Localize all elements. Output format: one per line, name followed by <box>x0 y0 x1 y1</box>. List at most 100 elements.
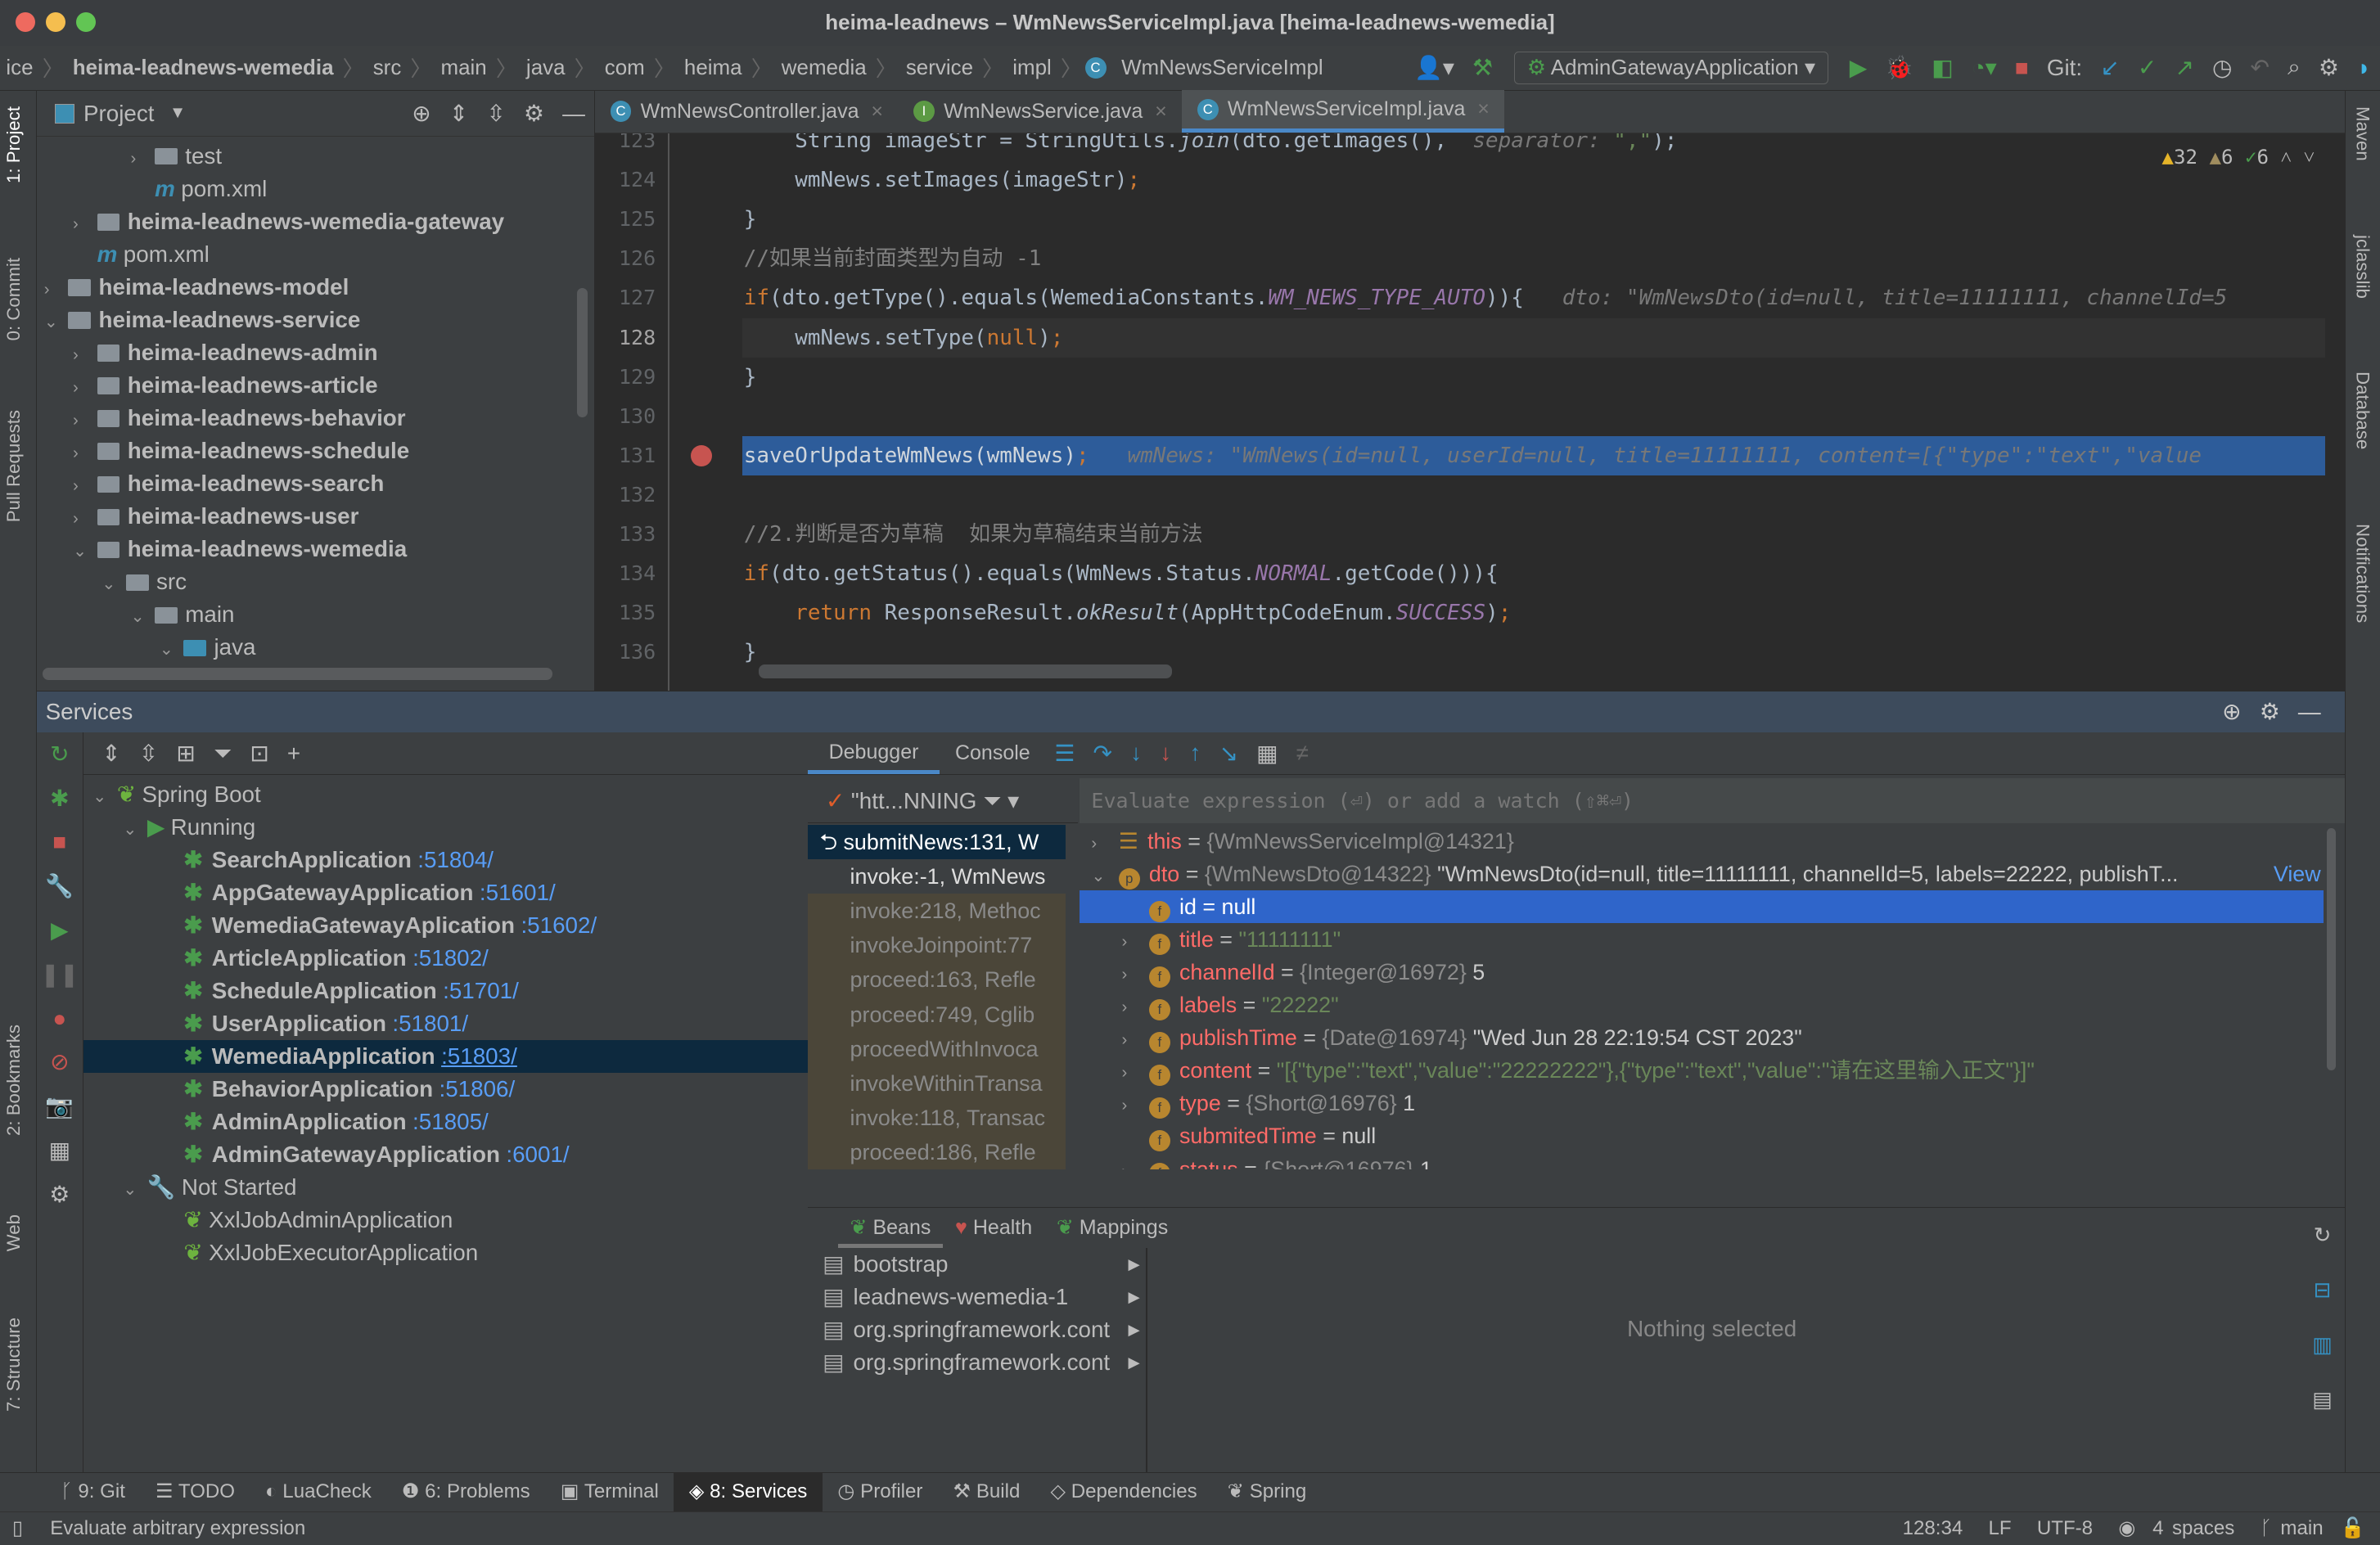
group-by-icon[interactable]: ⊞ <box>176 732 195 775</box>
new-tab-icon[interactable]: ⊡ <box>250 732 268 775</box>
port-link[interactable]: :51802/ <box>412 945 489 971</box>
coverage-icon[interactable]: ◧ <box>1931 54 1953 81</box>
service-item[interactable]: ✱ WemediaGatewayAplication:51602/ <box>83 909 808 942</box>
port-link[interactable]: :6001/ <box>506 1142 569 1167</box>
project-tree-item[interactable]: ⌄ src <box>37 565 594 598</box>
chevron-right-icon[interactable]: › <box>1122 1155 1149 1170</box>
breadcrumb-item[interactable]: service <box>899 55 979 80</box>
code-with-me-icon[interactable]: ◗ <box>2357 55 2371 81</box>
settings-icon[interactable]: ⚙ <box>37 1173 83 1217</box>
stack-frame[interactable]: invoke:218, Methoc <box>807 894 1066 929</box>
bean-context-item[interactable]: ▤ org.springframework.cont ▶ <box>808 1346 1147 1379</box>
rollback-icon[interactable]: ↶ <box>2251 54 2270 81</box>
breakpoint-icon[interactable] <box>690 444 712 466</box>
tab-web[interactable]: Web <box>3 1214 25 1251</box>
run-to-cursor-icon[interactable]: ↘ <box>1219 740 1238 767</box>
resume-icon[interactable]: ▶ <box>37 908 83 953</box>
breadcrumb-item[interactable]: com <box>598 55 651 80</box>
tab-bookmarks[interactable]: 2: Bookmarks <box>3 1025 25 1136</box>
port-link[interactable]: :51804/ <box>417 847 494 872</box>
service-item[interactable]: ✱ AdminGatewayApplication:6001/ <box>83 1138 808 1171</box>
chevron-right-icon[interactable]: › <box>1122 1056 1149 1089</box>
breadcrumb-item[interactable]: main <box>435 55 493 80</box>
variable-row[interactable]: › f channelId = {Integer@16972} 5 <box>1080 956 2324 989</box>
locate-icon[interactable]: ⊕ <box>412 100 430 127</box>
chevron-down-icon[interactable]: ⌄ <box>1091 860 1118 893</box>
wrench-icon[interactable]: 🔧 <box>37 864 83 908</box>
chevron-down-icon[interactable]: ⌄ <box>123 813 147 846</box>
line-number[interactable]: 136 <box>595 633 656 672</box>
project-tree-item[interactable]: › heima-leadnews-wemedia-gateway <box>37 205 594 238</box>
tab-beans[interactable]: ❦ Beans <box>837 1208 944 1248</box>
tab-database[interactable]: Database <box>2352 372 2373 449</box>
project-tree-item[interactable]: ⌄ java <box>37 631 594 664</box>
indent-setting[interactable]: 4 spaces <box>2152 1517 2234 1539</box>
mute-breakpoints-icon[interactable]: ⊘ <box>37 1040 83 1084</box>
chevron-right-icon[interactable]: › <box>1122 991 1149 1024</box>
chevron-right-icon[interactable]: › <box>1122 1089 1149 1122</box>
breadcrumb-item[interactable]: ice <box>0 55 39 80</box>
service-item[interactable]: ❦ XxlJobExecutorApplication <box>83 1236 808 1269</box>
editor-tab[interactable]: C WmNewsController.java × <box>595 90 898 133</box>
git-commit-icon[interactable]: ✓ <box>2138 54 2157 81</box>
breadcrumb-item[interactable]: impl <box>1007 55 1057 80</box>
chevron-right-icon[interactable]: › <box>73 372 97 404</box>
port-link[interactable]: :51602/ <box>521 912 597 938</box>
variable-row[interactable]: › f publishTime = {Date@16974} "Wed Jun 28… <box>1080 1021 2324 1054</box>
gear-icon[interactable]: ⚙ <box>2260 691 2280 732</box>
chevron-right-icon[interactable]: › <box>73 404 97 437</box>
chevron-right-icon[interactable]: › <box>1122 958 1149 991</box>
breadcrumb-item[interactable]: heima-leadnews-wemedia <box>66 55 340 80</box>
vertical-scrollbar[interactable] <box>576 288 588 417</box>
stop-icon[interactable]: ■ <box>37 820 83 864</box>
variable-row[interactable]: ⌄ p dto = {WmNewsDto@14322} "WmNewsDto(id=… <box>1080 858 2324 890</box>
project-tree-item[interactable]: ⌄ heima-leadnews-service <box>37 304 594 336</box>
service-item[interactable]: ✱ BehaviorApplication:51806/ <box>83 1073 808 1106</box>
stack-frame[interactable]: invoke:-1, WmNews <box>808 859 1066 894</box>
docs-icon[interactable]: ▤ <box>2300 1372 2346 1427</box>
gear-icon[interactable]: ⚙ <box>2319 54 2339 81</box>
breadcrumb-item[interactable]: WmNewsServiceImpl <box>1116 55 1329 80</box>
project-tree-item[interactable]: › heima-leadnews-behavior <box>37 402 594 435</box>
stack-frame[interactable]: invokeWithinTransa <box>807 1065 1066 1101</box>
tool-window-dependencies[interactable]: ◇ Dependencies <box>1035 1472 1212 1511</box>
debug-rerun-icon[interactable]: ✱ <box>37 777 83 821</box>
project-tree-item[interactable]: › heima-leadnews-model <box>37 271 594 304</box>
chevron-down-icon[interactable]: ⌄ <box>160 633 184 666</box>
chevron-right-icon[interactable]: ▶ <box>1129 1248 1140 1281</box>
breadcrumb-item[interactable]: wemedia <box>775 55 872 80</box>
breadcrumb-item[interactable]: src <box>367 55 407 80</box>
code-area[interactable]: 123 String imageStr = StringUtils.join(d… <box>595 133 2345 691</box>
stack-frame[interactable]: proceed:749, Cglib <box>807 997 1066 1032</box>
tab-project[interactable]: 1: Project <box>3 106 25 183</box>
chevron-down-icon[interactable]: ⌄ <box>73 535 97 568</box>
variable-row[interactable]: f id = null <box>1079 890 2324 924</box>
chevron-right-icon[interactable]: › <box>73 208 97 241</box>
port-link[interactable]: :51601/ <box>480 880 556 905</box>
variable-row[interactable]: › ☰ this = {WmNewsServiceImpl@14321} <box>1080 825 2324 858</box>
tab-structure[interactable]: 7: Structure <box>3 1318 25 1412</box>
stack-frame[interactable]: ⮌ submitNews:131, W <box>807 825 1066 860</box>
user-icon[interactable]: 👤▾ <box>1414 54 1454 81</box>
service-item[interactable]: ✱ ScheduleApplication:51701/ <box>83 975 808 1007</box>
port-link[interactable]: :51805/ <box>412 1109 489 1134</box>
filter-icon[interactable]: ⏷ <box>214 732 232 775</box>
tool-window-services[interactable]: ◈ 8: Services <box>674 1472 823 1512</box>
tool-window-build[interactable]: ⚒ Build <box>938 1472 1035 1511</box>
tab-maven[interactable]: Maven <box>2352 106 2373 161</box>
project-tree-item[interactable]: ⌄ heima-leadnews-wemedia <box>37 533 594 565</box>
force-step-into-icon[interactable]: ↓ <box>1160 740 1171 766</box>
line-number[interactable]: 131 <box>595 436 656 475</box>
expand-all-icon[interactable]: ⇕ <box>101 732 120 775</box>
chevron-right-icon[interactable]: › <box>73 502 97 535</box>
step-into-icon[interactable]: ↓ <box>1130 740 1142 766</box>
chevron-down-icon[interactable]: ⌄ <box>101 568 126 601</box>
bean-context-item[interactable]: ▤ org.springframework.cont ▶ <box>808 1313 1147 1346</box>
project-tree-item[interactable]: › heima-leadnews-schedule <box>37 435 594 467</box>
line-number[interactable]: 123 <box>595 133 656 160</box>
stack-frame[interactable]: proceed:163, Refle <box>807 962 1066 998</box>
hide-icon[interactable]: — <box>2298 691 2321 732</box>
hide-icon[interactable]: — <box>562 101 585 127</box>
trace-icon[interactable]: ≠ <box>1296 740 1309 766</box>
show-execution-point-icon[interactable]: ☰ <box>1054 740 1075 767</box>
